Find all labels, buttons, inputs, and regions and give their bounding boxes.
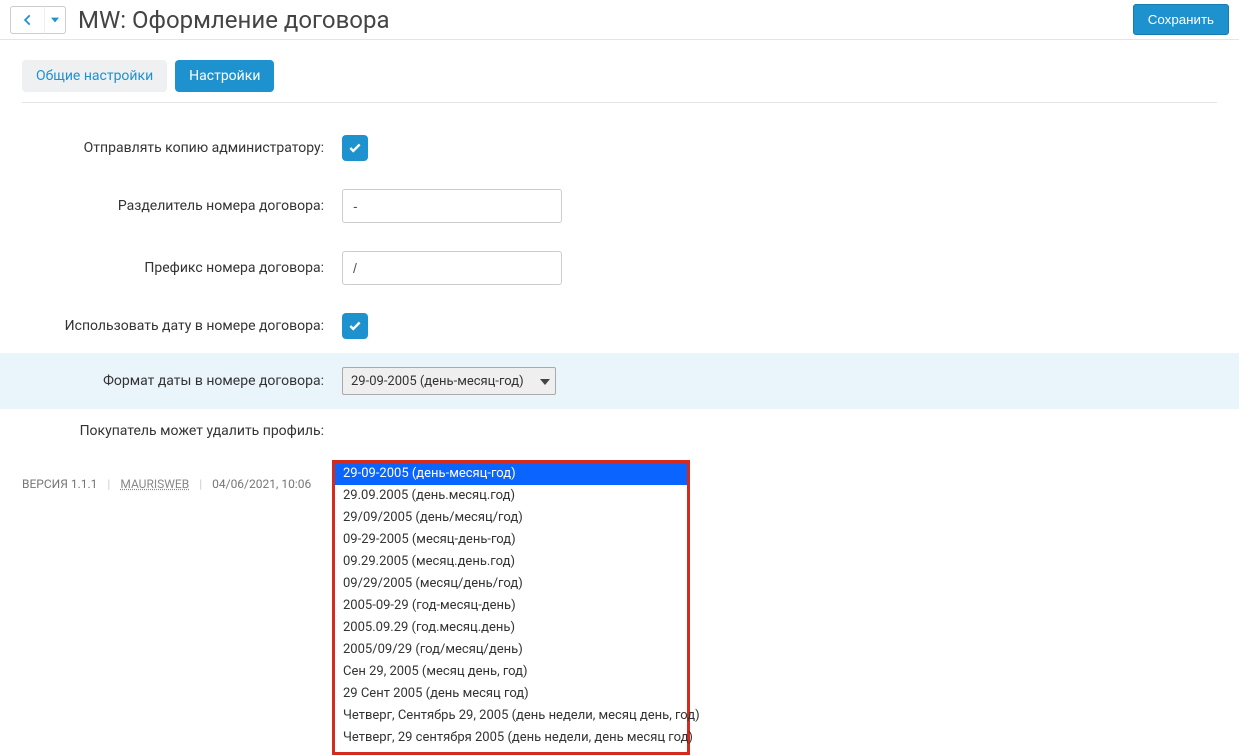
row-date-format: Формат даты в номере договора: 29-09-200… (0, 353, 1239, 409)
row-prefix: Префикс номера договора: (22, 237, 1217, 299)
dropdown-option[interactable]: 2005.09.29 (год.месяц.день) (335, 617, 687, 639)
dropdown-option[interactable]: 29 Сент 2005 (день месяц год) (335, 683, 687, 705)
check-icon (348, 319, 362, 333)
dropdown-option[interactable]: Четверг, 29 сентября 2005 (день недели, … (335, 727, 687, 749)
select-date-format-value: 29-09-2005 (день-месяц-год) (351, 374, 524, 389)
back-button[interactable] (10, 6, 44, 34)
footer-link[interactable]: MAURISWEB (120, 477, 189, 491)
dropdown-option[interactable]: 09/29/2005 (месяц/день/год) (335, 573, 687, 595)
footer-version: ВЕРСИЯ 1.1.1 (22, 477, 97, 491)
footer-timestamp: 04/06/2021, 10:06 (212, 477, 311, 491)
dropdown-option[interactable]: 09-29-2005 (месяц-день-год) (335, 529, 687, 551)
dropdown-option[interactable]: 29.09.2005 (день.месяц.год) (335, 485, 687, 507)
back-dropdown-button[interactable] (44, 6, 66, 34)
label-date-format: Формат даты в номере договора: (22, 373, 342, 389)
label-use-date: Использовать дату в номере договора: (22, 318, 342, 334)
row-send-copy-admin: Отправлять копию администратору: (22, 121, 1217, 175)
check-icon (348, 141, 362, 155)
input-prefix[interactable] (342, 251, 562, 285)
row-use-date: Использовать дату в номере договора: (22, 299, 1217, 353)
save-button[interactable]: Сохранить (1133, 4, 1229, 35)
dropdown-option[interactable]: Четверг, Сентябрь 29, 2005 (день недели,… (335, 705, 687, 727)
dropdown-option[interactable]: 29/09/2005 (день/месяц/год) (335, 507, 687, 529)
dropdown-option[interactable]: 29-09-2005 (день-месяц-год) (335, 463, 687, 485)
select-date-format[interactable]: 29-09-2005 (день-месяц-год) (342, 367, 556, 395)
page-title: MW: Оформление договора (78, 6, 390, 34)
checkbox-send-copy-admin[interactable] (342, 135, 368, 161)
tabs: Общие настройки Настройки (22, 60, 1217, 92)
checkbox-use-date[interactable] (342, 313, 368, 339)
label-prefix: Префикс номера договора: (22, 260, 342, 276)
dropdown-option[interactable]: 2005-09-29 (год-месяц-день) (335, 595, 687, 617)
tab-general[interactable]: Общие настройки (22, 60, 167, 92)
divider (22, 102, 1217, 103)
dropdown-option[interactable]: 2005/09/29 (год/месяц/день) (335, 639, 687, 661)
tab-settings[interactable]: Настройки (175, 60, 274, 92)
dropdown-option[interactable]: 09.29.2005 (месяц.день.год) (335, 551, 687, 573)
label-send-copy-admin: Отправлять копию администратору: (22, 140, 342, 156)
row-buyer-delete: Покупатель может удалить профиль: (22, 409, 1217, 453)
date-format-dropdown: 29-09-2005 (день-месяц-год) 29.09.2005 (… (332, 460, 690, 755)
arrow-left-icon (21, 13, 35, 27)
label-buyer-delete: Покупатель может удалить профиль: (22, 423, 342, 439)
dropdown-option[interactable]: Сен 29, 2005 (месяц день, год) (335, 661, 687, 683)
label-separator: Разделитель номера договора: (22, 198, 342, 214)
row-separator: Разделитель номера договора: (22, 175, 1217, 237)
input-separator[interactable] (342, 189, 562, 223)
caret-down-icon (51, 16, 59, 24)
